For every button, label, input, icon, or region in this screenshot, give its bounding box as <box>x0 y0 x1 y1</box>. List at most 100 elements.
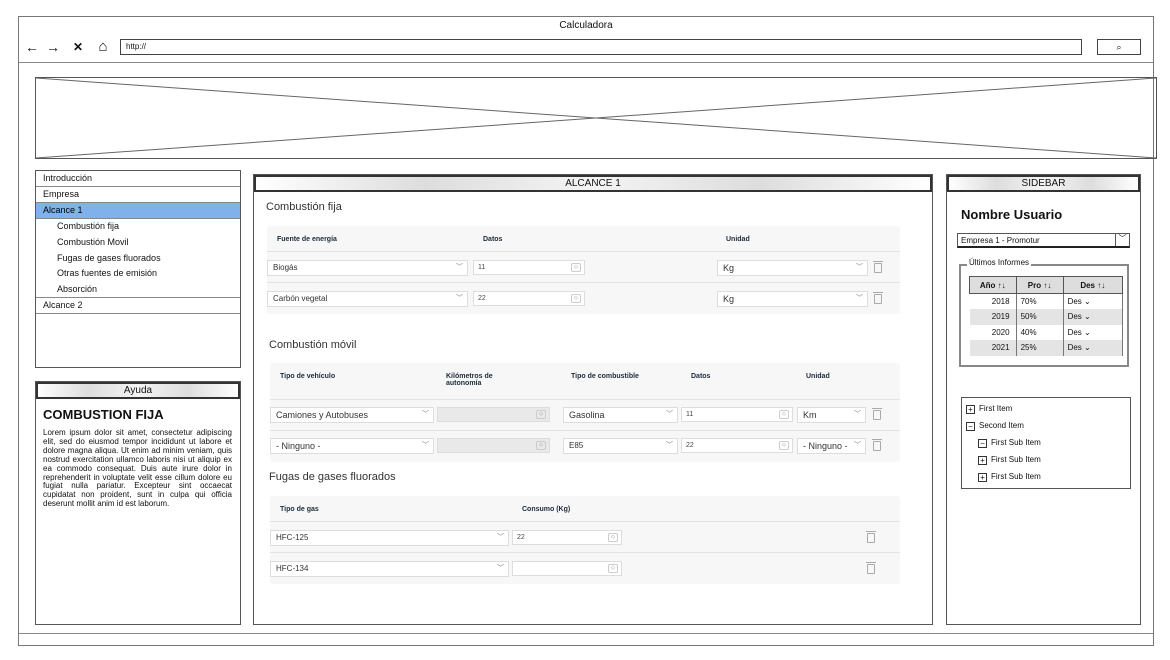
report-pro: 25% <box>1016 340 1064 356</box>
fuente-select[interactable]: Biogás ﹀ <box>267 260 468 276</box>
input-value: 22 <box>686 442 694 449</box>
placeholder-cross <box>36 78 1156 158</box>
main-header: ALCANCE 1 <box>254 175 932 192</box>
unidad-select[interactable]: Kg ﹀ <box>717 291 868 307</box>
col-header: Kilómetros de autonomía <box>446 373 493 387</box>
stepper-icon[interactable]: ◇ <box>779 410 789 419</box>
report-pro: 40% <box>1016 324 1064 340</box>
datos-input[interactable]: 11 ◇ <box>473 260 585 275</box>
collapse-icon[interactable]: − <box>966 422 975 431</box>
col-header-des[interactable]: Des ↑↓ <box>1062 276 1124 294</box>
select-value: - Ninguno - <box>276 441 321 451</box>
sidebar-header: SIDEBAR <box>947 175 1140 192</box>
close-icon[interactable]: ✕ <box>69 37 87 57</box>
tree-item[interactable]: + First Item <box>966 403 1012 415</box>
tree-item[interactable]: − First Sub Item <box>978 437 1041 449</box>
expand-icon[interactable]: + <box>978 473 987 482</box>
stepper-icon[interactable]: ◇ <box>571 294 581 303</box>
chevron-down-icon[interactable]: ⌄ <box>1084 343 1091 352</box>
datos-input[interactable]: 11 ◇ <box>681 407 793 422</box>
combustible-select[interactable]: E85 ﹀ <box>563 438 678 454</box>
gas-select[interactable]: HFC-134 ﹀ <box>270 561 509 577</box>
tree-item[interactable]: + First Sub Item <box>978 454 1041 466</box>
table-row: 2021 25% Des ⌄ <box>969 340 1124 356</box>
nav-item-introduccion[interactable]: Introducción <box>36 171 240 187</box>
trash-icon[interactable] <box>866 531 876 543</box>
unidad-select[interactable]: Kg ﹀ <box>717 260 868 276</box>
report-des[interactable]: Des ⌄ <box>1063 309 1124 325</box>
tree-item[interactable]: − Second Item <box>966 420 1024 432</box>
nav-item-alcance-2[interactable]: Alcance 2 <box>36 298 240 314</box>
reports-group: Últimos Informes Año ↑↓ Pro ↑↓ Des ↑↓ 20… <box>959 258 1129 367</box>
report-year: 2020 <box>969 324 1017 340</box>
chevron-down-icon: ﹀ <box>456 264 463 271</box>
chevron-down-icon[interactable]: ﹀ <box>1115 234 1129 246</box>
back-icon[interactable]: ← <box>23 37 41 57</box>
table-row: 2018 70% Des ⌄ <box>969 293 1124 309</box>
col-header: Datos <box>691 373 711 380</box>
nav-subitem-combustion-fija[interactable]: Combustión fija <box>36 219 240 235</box>
trash-icon[interactable] <box>873 261 883 273</box>
help-body: Lorem ipsum dolor sit amet, consectetur … <box>43 428 232 509</box>
col-header-year[interactable]: Año ↑↓ <box>969 276 1017 294</box>
trash-icon[interactable] <box>872 408 882 420</box>
select-value: Biogás <box>273 263 298 272</box>
stepper-icon[interactable]: ◇ <box>571 263 581 272</box>
chevron-down-icon[interactable]: ⌄ <box>1084 328 1091 337</box>
select-value: Gasolina <box>569 410 605 420</box>
select-value: - Ninguno - <box>803 441 848 451</box>
nav-subitem-combustion-movil[interactable]: Combustión Movil <box>36 235 240 251</box>
nav-item-alcance-1[interactable]: Alcance 1 <box>36 203 240 219</box>
report-des[interactable]: Des ⌄ <box>1063 293 1124 309</box>
unidad-select[interactable]: - Ninguno - ﹀ <box>797 438 866 454</box>
combustible-select[interactable]: Gasolina ﹀ <box>563 407 678 423</box>
collapse-icon[interactable]: − <box>978 439 987 448</box>
col-header-pro[interactable]: Pro ↑↓ <box>1015 276 1064 294</box>
table-row: - Ninguno - ﹀ ◇ E85 ﹀ 22 ◇ - Ninguno - ﹀ <box>270 430 900 461</box>
search-icon[interactable]: ⌕ <box>1097 39 1141 55</box>
section-title-fugas: Fugas de gases fluorados <box>269 471 396 483</box>
forward-icon[interactable]: → <box>44 37 62 57</box>
expand-icon[interactable]: + <box>966 405 975 414</box>
chevron-down-icon: ﹀ <box>422 411 429 418</box>
consumo-input[interactable]: ◇ <box>512 561 622 576</box>
stepper-icon[interactable]: ◇ <box>608 564 618 573</box>
datos-input[interactable]: 22 ◇ <box>473 291 585 306</box>
tree-item-label: First Sub Item <box>991 472 1041 481</box>
tree-item-label: First Sub Item <box>991 455 1041 464</box>
fuente-select[interactable]: Carbón vegetal ﹀ <box>267 291 468 307</box>
vehiculo-select[interactable]: - Ninguno - ﹀ <box>270 438 434 454</box>
home-icon[interactable]: ⌂ <box>94 37 112 57</box>
nav-subitem-absorcion[interactable]: Absorción <box>36 282 240 298</box>
stepper-icon[interactable]: ◇ <box>779 441 789 450</box>
gas-select[interactable]: HFC-125 ﹀ <box>270 530 509 546</box>
company-select[interactable]: Empresa 1 - Promotur ﹀ <box>957 233 1130 248</box>
consumo-input[interactable]: 22 ◇ <box>512 530 622 545</box>
stepper-icon: ◇ <box>536 441 546 450</box>
datos-input[interactable]: 22 ◇ <box>681 438 793 453</box>
trash-icon[interactable] <box>866 562 876 574</box>
expand-icon[interactable]: + <box>978 456 987 465</box>
report-des[interactable]: Des ⌄ <box>1063 324 1124 340</box>
unidad-select[interactable]: Km ﹀ <box>797 407 866 423</box>
col-header: Unidad <box>726 236 750 243</box>
report-des[interactable]: Des ⌄ <box>1063 340 1124 356</box>
col-header: Tipo de vehículo <box>280 373 336 380</box>
stepper-icon[interactable]: ◇ <box>608 533 618 542</box>
chevron-down-icon[interactable]: ⌄ <box>1084 297 1091 306</box>
chevron-down-icon[interactable]: ⌄ <box>1084 312 1091 321</box>
url-input[interactable]: http:// <box>120 39 1082 55</box>
nav-subitem-otras-fuentes[interactable]: Otras fuentes de emisión <box>36 266 240 282</box>
tree-item[interactable]: + First Sub Item <box>978 471 1041 483</box>
des-label: Des <box>1067 327 1082 337</box>
col-header: Consumo (Kg) <box>522 506 571 513</box>
trash-icon[interactable] <box>873 292 883 304</box>
vehiculo-select[interactable]: Camiones y Autobuses ﹀ <box>270 407 434 423</box>
nav-item-empresa[interactable]: Empresa <box>36 187 240 203</box>
des-label: Des <box>1067 343 1082 353</box>
trash-icon[interactable] <box>872 439 882 451</box>
reports-label: Últimos Informes <box>967 258 1032 267</box>
nav-subitem-fugas[interactable]: Fugas de gases fluorados <box>36 251 240 267</box>
table-row: HFC-125 ﹀ 22 ◇ <box>270 521 900 552</box>
col-header: Tipo de gas <box>280 506 319 513</box>
